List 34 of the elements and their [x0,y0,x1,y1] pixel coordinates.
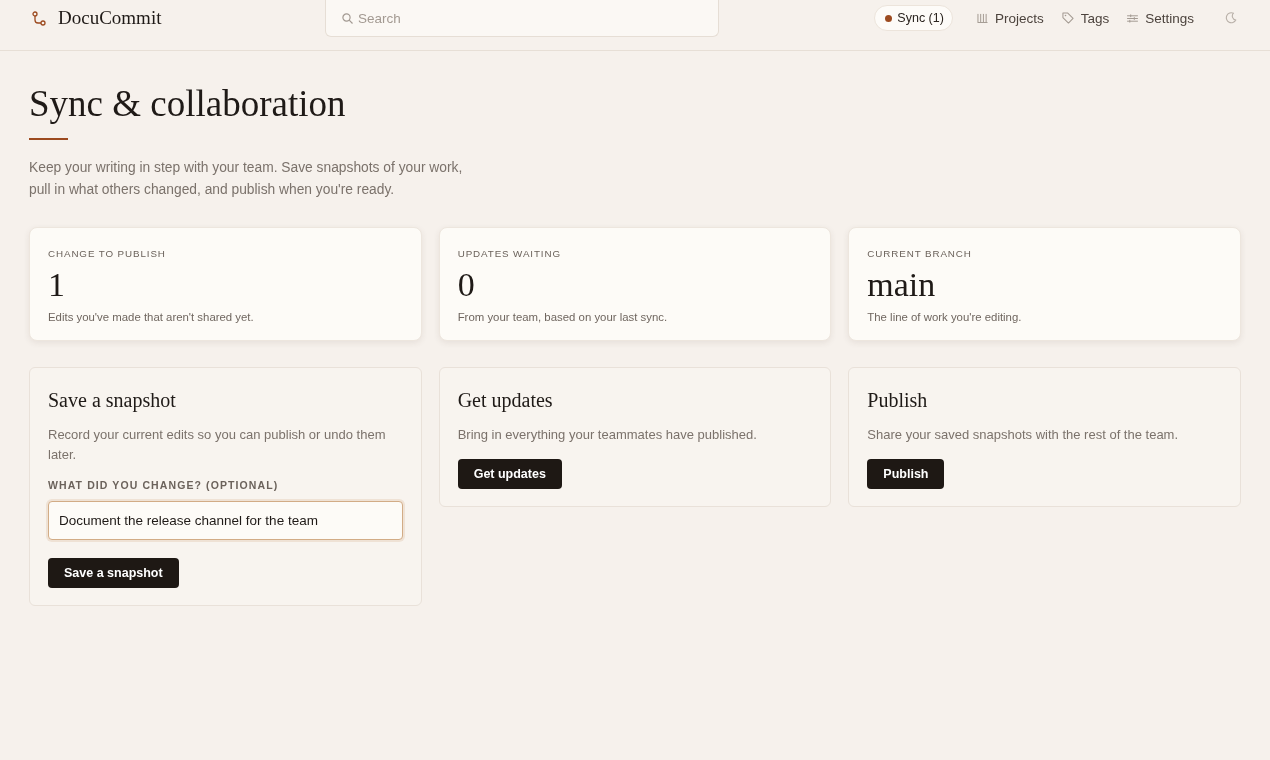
stat-value: main [867,266,937,304]
nav-link[interactable]: Settings [1121,6,1200,30]
search-field[interactable]: Search [325,0,719,37]
stat-note: Edits you've made that aren't shared yet. [48,310,255,324]
card-description: Bring in everything your teammates have published. [457,426,758,444]
card-title: Publish [867,388,929,412]
page-description: Keep your writing in step with your team. Save snapshots of your work, pull in what others changed, and publish when you're ready. [29,159,464,199]
sliders-icon [1127,13,1139,23]
card-title: Get updates [457,388,554,412]
nav-link[interactable]: Tags [1055,6,1116,30]
action-button[interactable]: Publish [867,458,945,489]
stat-label: UPDATES WAITING [457,247,562,261]
app-name: DocuCommit [58,7,162,29]
card-title: Save a snapshot [48,388,177,412]
stat-value: 0 [457,266,476,304]
nav-link[interactable]: Projects [970,6,1050,30]
field-label: WHAT DID YOU CHANGE? (OPTIONAL) [48,478,280,493]
sync-button[interactable]: Sync (1) [874,5,953,31]
branch-icon [32,10,46,26]
action-button[interactable]: Save a snapshot [48,558,179,588]
moon-icon [1225,12,1237,24]
books-icon [976,13,988,23]
stat-value: 1 [48,266,66,304]
stat-label: CHANGE TO PUBLISH [48,247,167,261]
card-description: Share your saved snapshots with the rest of the team. [867,426,1180,444]
stat-label: CURRENT BRANCH [867,247,973,261]
input-field[interactable]: Document the release channel for the team [48,501,403,540]
search-icon [342,13,353,24]
card-description: Record your current edits so you can publish or undo them later. [48,426,387,464]
page-title: Sync & collaboration [29,82,347,126]
tag-icon [1061,12,1074,24]
action-button[interactable]: Get updates [457,458,562,489]
stat-note: The line of work you're editing. [867,310,1023,324]
stat-note: From your team, based on your last sync. [457,310,669,324]
